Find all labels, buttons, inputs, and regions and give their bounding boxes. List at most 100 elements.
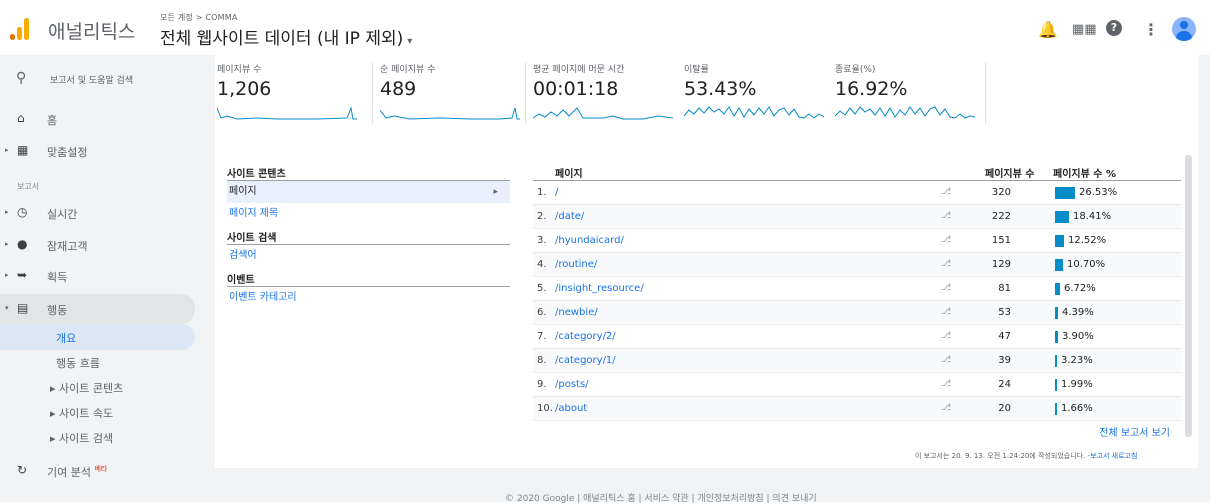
open-page-icon[interactable]: ⎇ [941, 259, 951, 269]
row-number: 2. [537, 211, 547, 222]
open-page-icon[interactable]: ⎇ [941, 355, 951, 365]
search-input[interactable]: ⚲ 보고서 및 도움말 검색 [0, 65, 205, 95]
row-number: 1. [537, 187, 547, 198]
attribution-label: 기여 분석 [47, 466, 91, 479]
apps-grid-icon[interactable]: ▦▦ [1072, 22, 1097, 37]
page-link[interactable]: /hyundaicard/ [555, 235, 624, 246]
report-link-page-title[interactable]: 페이지 제목 [227, 203, 510, 225]
refresh-report-link[interactable]: 보고서 새로고침 [1090, 452, 1137, 460]
metric-bounce-rate[interactable]: 이탈률 53.43% [684, 62, 834, 124]
page-link[interactable]: /date/ [555, 211, 584, 222]
col-pageviews[interactable]: 페이지뷰 수 [985, 165, 1034, 180]
metric-value: 53.43% [684, 78, 757, 100]
page-link[interactable]: /insight_resource/ [555, 283, 644, 294]
page-link[interactable]: /category/2/ [555, 331, 616, 342]
open-page-icon[interactable]: ⎇ [941, 379, 951, 389]
expand-icon: ▸ [5, 208, 9, 216]
report-link-event-category[interactable]: 이벤트 카테고리 [227, 287, 510, 309]
page-link[interactable]: /newbie/ [555, 307, 598, 318]
app-title[interactable]: 애널리틱스 [48, 17, 135, 44]
metric-label: 종료율(%) [835, 65, 876, 75]
sidebar-item-attribution[interactable]: ↻ 기여 분석 베타 [0, 458, 205, 484]
sparkline [835, 106, 975, 119]
pageviews-value: 53 [998, 307, 1011, 318]
sidebar-item-audience[interactable]: ▸ ● 잠재고객 [0, 232, 205, 258]
chevron-down-icon: ▾ [407, 36, 413, 47]
sidebar-item-acquisition[interactable]: ▸ ➥ 획득 [0, 263, 205, 289]
pct-bar [1055, 355, 1057, 367]
attribution-icon: ↻ [17, 463, 28, 477]
breadcrumb[interactable]: 모든 계정 > COMMA [160, 12, 238, 23]
report-link-search-term[interactable]: 검색어 [227, 245, 510, 267]
pct-value: 26.53% [1079, 187, 1118, 198]
sidebar-item-label: 행동 [47, 304, 68, 317]
table-row: 6. /newbie/ ⎇ 53 4.39% [533, 301, 1181, 325]
metric-avg-time[interactable]: 평균 페이지에 머문 시간 00:01:18 [533, 62, 683, 124]
section-head-events: 이벤트 [227, 267, 510, 287]
pct-value: 1.66% [1061, 403, 1093, 414]
table-body: 1. / ⎇ 320 26.53% 2. /date/ ⎇ 222 18.41% 3. /hyunda… [533, 181, 1181, 421]
open-page-icon[interactable]: ⎇ [941, 331, 951, 341]
help-icon[interactable]: ? [1106, 20, 1122, 36]
metric-value: 00:01:18 [533, 78, 619, 100]
col-pageviews-pct[interactable]: 페이지뷰 수 % [1053, 165, 1116, 180]
page-link[interactable]: /routine/ [555, 259, 597, 270]
expand-icon: ▸ [5, 271, 9, 279]
sidebar-item-label: 맞춤설정 [47, 146, 88, 159]
open-page-icon[interactable]: ⎇ [941, 211, 951, 221]
pageviews-value: 20 [998, 403, 1011, 414]
bell-icon[interactable]: 🔔 [1038, 20, 1058, 39]
sidebar-item-site-content[interactable]: ▸ 사이트 콘텐츠 [0, 374, 205, 400]
page-link[interactable]: /about [555, 403, 587, 414]
open-page-icon[interactable]: ⎇ [941, 235, 951, 245]
sparkline [380, 107, 520, 120]
sidebar-item-overview[interactable]: 개요 [0, 324, 195, 350]
view-selector[interactable]: 전체 웹사이트 데이터 (내 IP 제외) ▾ [160, 24, 412, 49]
open-page-icon[interactable]: ⎇ [941, 307, 951, 317]
more-vert-icon[interactable]: ⋮ [1143, 20, 1159, 39]
sidebar-item-label: 획득 [47, 271, 68, 284]
table-row: 3. /hyundaicard/ ⎇ 151 12.52% [533, 229, 1181, 253]
avatar[interactable] [1172, 17, 1196, 41]
row-number: 4. [537, 259, 547, 270]
metric-label: 페이지뷰 수 [217, 65, 262, 75]
table-header: 페이지 페이지뷰 수 페이지뷰 수 % [533, 161, 1181, 181]
full-report-link[interactable]: 전체 보고서 보기 [1099, 424, 1170, 439]
table-row: 2. /date/ ⎇ 222 18.41% [533, 205, 1181, 229]
open-page-icon[interactable]: ⎇ [941, 403, 951, 413]
sidebar-item-behavior-flow[interactable]: 행동 흐름 [0, 349, 205, 375]
table-row: 9. /posts/ ⎇ 24 1.99% [533, 373, 1181, 397]
sidebar-item-custom[interactable]: ▸ ▦ 맞춤설정 [0, 138, 205, 164]
open-page-icon[interactable]: ⎇ [941, 283, 951, 293]
analytics-logo-icon[interactable] [10, 18, 32, 40]
sidebar-item-site-search[interactable]: ▸ 사이트 검색 [0, 424, 205, 450]
pct-bar [1055, 403, 1057, 415]
pageviews-value: 320 [991, 187, 1011, 198]
page-link[interactable]: /posts/ [555, 379, 589, 390]
sparkline [684, 106, 824, 119]
sidebar-item-home[interactable]: ⌂ 홈 [0, 106, 205, 132]
row-number: 3. [537, 235, 547, 246]
top-header: 애널리틱스 모든 계정 > COMMA 전체 웹사이트 데이터 (내 IP 제외… [0, 0, 1210, 55]
pageviews-value: 222 [991, 211, 1011, 222]
sidebar-item-site-speed[interactable]: ▸ 사이트 속도 [0, 399, 205, 425]
col-page[interactable]: 페이지 [555, 165, 583, 180]
table-row: 4. /routine/ ⎇ 129 10.70% [533, 253, 1181, 277]
metric-label: 순 페이지뷰 수 [380, 65, 436, 75]
scrollbar[interactable] [1185, 155, 1192, 437]
metric-pageviews[interactable]: 페이지뷰 수 1,206 [217, 62, 367, 124]
page-link[interactable]: /category/1/ [555, 355, 616, 366]
pageviews-value: 129 [991, 259, 1011, 270]
report-nav-panel: 사이트 콘텐츠 페이지 페이지 제목 사이트 검색 검색어 이벤트 이벤트 카테… [227, 161, 510, 309]
open-page-icon[interactable]: ⎇ [941, 187, 951, 197]
pct-bar [1055, 379, 1057, 391]
sidebar-item-behavior[interactable]: ▾ ▤ 행동 [0, 294, 195, 324]
sidebar-item-realtime[interactable]: ▸ ◷ 실시간 [0, 200, 205, 226]
sparkline [533, 107, 673, 120]
page-link[interactable]: / [555, 187, 558, 198]
report-link-page[interactable]: 페이지 [227, 181, 510, 203]
section-label: 보고서 [17, 182, 40, 191]
row-number: 7. [537, 331, 547, 342]
metric-unique-pageviews[interactable]: 순 페이지뷰 수 489 [380, 62, 530, 124]
metric-exit-rate[interactable]: 종료율(%) 16.92% [835, 62, 985, 124]
